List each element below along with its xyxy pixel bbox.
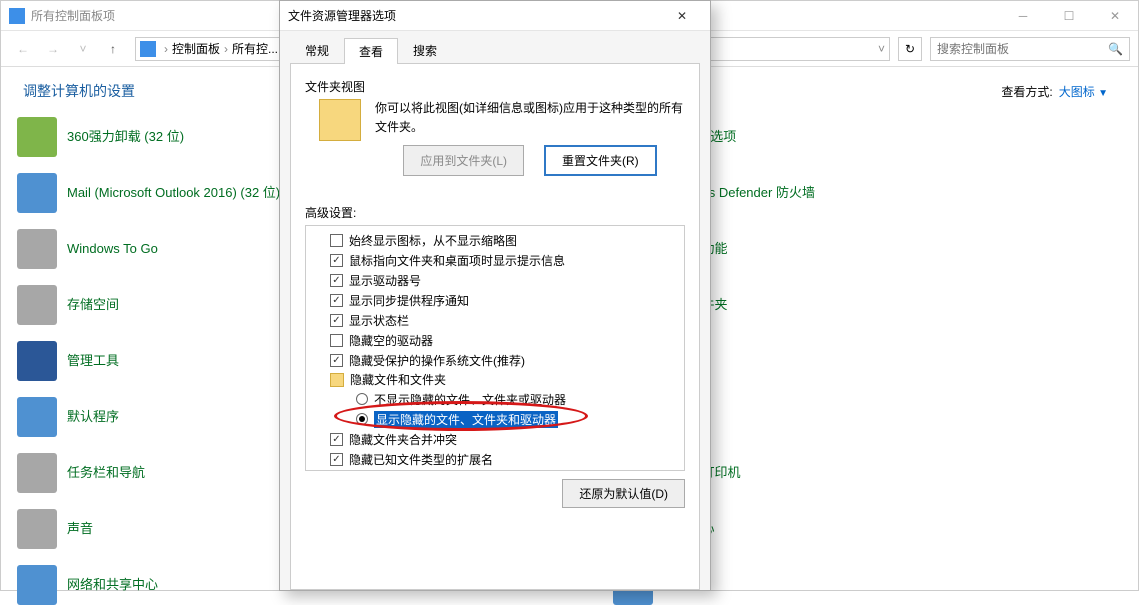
tree-label: 显示驱动器号 (349, 272, 421, 289)
folder-view-section: 你可以将此视图(如详细信息或图标)应用于这种类型的所有文件夹。 应用到文件夹(L… (319, 99, 685, 176)
tabstrip: 常规 查看 搜索 文件夹视图 你可以将此视图(如详细信息或图标)应用于这种类型的… (280, 31, 710, 590)
checkbox-icon[interactable] (330, 234, 343, 247)
checkbox-icon[interactable] (330, 254, 343, 267)
tree-radio-item[interactable]: 显示隐藏的文件、文件夹和驱动器 (312, 409, 678, 429)
checkbox-icon[interactable] (330, 453, 343, 466)
tree-label: 隐藏空的驱动器 (349, 332, 433, 349)
close-button[interactable]: ✕ (1092, 1, 1138, 31)
advanced-settings-tree[interactable]: 始终显示图标，从不显示缩略图鼠标指向文件夹和桌面项时显示提示信息显示驱动器号显示… (305, 225, 685, 471)
breadcrumb-seg-2[interactable]: 所有控... (232, 40, 278, 57)
sound-icon (17, 509, 57, 549)
view-by-label: 查看方式: (1001, 83, 1052, 100)
folder-view-heading: 文件夹视图 (305, 78, 685, 95)
drive-icon (17, 229, 57, 269)
tree-checkbox-item[interactable]: 显示状态栏 (312, 310, 678, 330)
breadcrumb-icon (140, 41, 156, 57)
default-programs-icon (17, 397, 57, 437)
tree-radio-item[interactable]: 不显示隐藏的文件、文件夹或驱动器 (312, 389, 678, 409)
storage-icon (17, 285, 57, 325)
tree-label: 隐藏文件夹合并冲突 (349, 431, 457, 448)
tree-checkbox-item[interactable]: 显示同步提供程序通知 (312, 290, 678, 310)
search-icon: 🔍 (1108, 42, 1123, 56)
tree-label: 隐藏文件和文件夹 (350, 371, 446, 388)
breadcrumb-dropdown[interactable]: ˅ (878, 42, 885, 56)
folder-icon (319, 99, 361, 141)
tab-search[interactable]: 搜索 (398, 37, 452, 63)
back-button[interactable]: ← (9, 35, 37, 63)
tab-body-view: 文件夹视图 你可以将此视图(如详细信息或图标)应用于这种类型的所有文件夹。 应用… (290, 64, 700, 590)
tab-view[interactable]: 查看 (344, 38, 398, 64)
search-box[interactable]: 🔍 (930, 37, 1130, 61)
checkbox-icon[interactable] (330, 314, 343, 327)
up-button[interactable]: ↑ (99, 35, 127, 63)
dialog-title: 文件资源管理器选项 (288, 7, 662, 24)
tabs: 常规 查看 搜索 (290, 37, 700, 64)
tree-checkbox-item[interactable]: 隐藏已知文件类型的扩展名 (312, 449, 678, 469)
dialog-titlebar: 文件资源管理器选项 ✕ (280, 1, 710, 31)
app-icon (17, 117, 57, 157)
view-by-select[interactable]: 大图标 ▼ (1059, 83, 1108, 100)
mail-icon (17, 173, 57, 213)
tree-checkbox-item[interactable]: 始终显示图标，从不显示缩略图 (312, 230, 678, 250)
tree-label: 隐藏受保护的操作系统文件(推荐) (349, 352, 525, 369)
checkbox-icon[interactable] (330, 294, 343, 307)
tree-label: 隐藏已知文件类型的扩展名 (349, 451, 493, 468)
checkbox-icon[interactable] (330, 274, 343, 287)
control-panel-icon (9, 8, 25, 24)
tree-folder: 隐藏文件和文件夹 (312, 370, 678, 389)
restore-defaults-button[interactable]: 还原为默认值(D) (562, 479, 685, 508)
chevron-right-icon: › (224, 42, 228, 56)
checkbox-icon[interactable] (330, 433, 343, 446)
admin-tools-icon (17, 341, 57, 381)
tree-label: 用彩色显示加密或压缩的 NTFS 文件 (349, 471, 543, 472)
dialog-close-button[interactable]: ✕ (662, 1, 702, 31)
checkbox-icon[interactable] (330, 354, 343, 367)
network-icon (17, 565, 57, 605)
taskbar-icon (17, 453, 57, 493)
apply-to-folders-button: 应用到文件夹(L) (403, 145, 524, 176)
folder-view-desc: 你可以将此视图(如详细信息或图标)应用于这种类型的所有文件夹。 (375, 99, 685, 137)
folder-options-dialog: 文件资源管理器选项 ✕ 常规 查看 搜索 文件夹视图 你可以将此视图(如详细信息… (279, 0, 711, 591)
chevron-down-icon: ▼ (1098, 88, 1108, 99)
tree-checkbox-item[interactable]: 隐藏空的驱动器 (312, 330, 678, 350)
tree-checkbox-item[interactable]: 鼠标指向文件夹和桌面项时显示提示信息 (312, 250, 678, 270)
page-title: 调整计算机的设置 (23, 81, 135, 101)
maximize-button[interactable]: ☐ (1046, 1, 1092, 31)
radio-icon[interactable] (356, 413, 368, 425)
window-controls: ─ ☐ ✕ (1000, 1, 1138, 31)
checkbox-icon[interactable] (330, 334, 343, 347)
tree-label: 鼠标指向文件夹和桌面项时显示提示信息 (349, 252, 565, 269)
tree-checkbox-item[interactable]: 隐藏文件夹合并冲突 (312, 429, 678, 449)
tree-checkbox-item[interactable]: 用彩色显示加密或压缩的 NTFS 文件 (312, 469, 678, 471)
tree-label: 显示隐藏的文件、文件夹和驱动器 (374, 411, 558, 428)
tree-label: 显示状态栏 (349, 312, 409, 329)
refresh-button[interactable]: ↻ (898, 37, 922, 61)
reset-folders-button[interactable]: 重置文件夹(R) (544, 145, 657, 176)
search-input[interactable] (937, 42, 1108, 56)
folder-icon (330, 373, 344, 387)
view-by: 查看方式: 大图标 ▼ (1001, 81, 1108, 101)
tree-label: 不显示隐藏的文件、文件夹或驱动器 (374, 391, 566, 408)
tree-checkbox-item[interactable]: 隐藏受保护的操作系统文件(推荐) (312, 350, 678, 370)
breadcrumb-seg-1[interactable]: 控制面板 (172, 40, 220, 57)
forward-button[interactable]: → (39, 35, 67, 63)
chevron-right-icon: › (164, 42, 168, 56)
radio-icon[interactable] (356, 393, 368, 405)
tree-label: 始终显示图标，从不显示缩略图 (349, 232, 517, 249)
recent-dropdown[interactable]: ˅ (69, 35, 97, 63)
tab-general[interactable]: 常规 (290, 37, 344, 63)
tree-label: 显示同步提供程序通知 (349, 292, 469, 309)
tree-checkbox-item[interactable]: 显示驱动器号 (312, 270, 678, 290)
advanced-settings-label: 高级设置: (305, 204, 685, 221)
minimize-button[interactable]: ─ (1000, 1, 1046, 31)
